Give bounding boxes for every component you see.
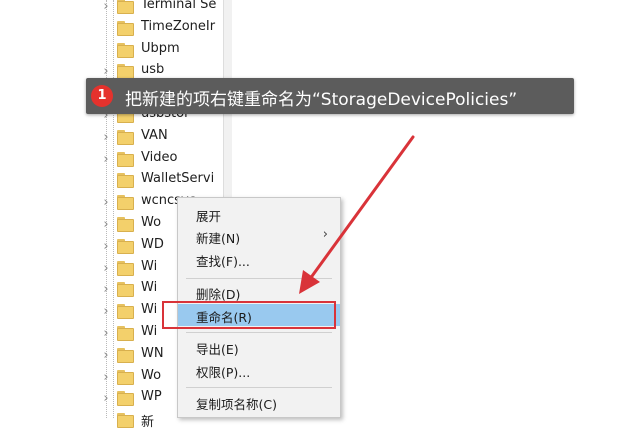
pointer-arrow <box>299 135 415 294</box>
